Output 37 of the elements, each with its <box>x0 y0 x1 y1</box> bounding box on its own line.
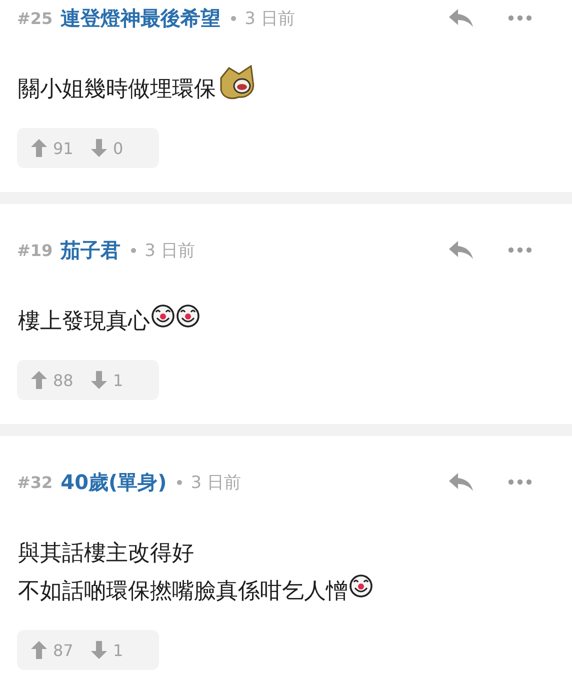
up-arrow-icon <box>31 371 47 389</box>
clown-sticker-icon <box>176 304 200 328</box>
downvote-button[interactable]: 1 <box>91 640 147 660</box>
down-arrow-icon <box>91 371 107 389</box>
more-icon[interactable] <box>508 247 532 253</box>
reply-icon[interactable] <box>448 472 474 492</box>
reply-icon[interactable] <box>448 240 474 260</box>
down-arrow-icon <box>91 641 107 659</box>
more-icon[interactable] <box>508 15 532 21</box>
clown-sticker-icon <box>349 574 373 598</box>
upvote-button[interactable]: 87 <box>31 640 87 660</box>
post-time: 3 日前 <box>144 240 195 262</box>
up-arrow-icon <box>31 641 47 659</box>
down-arrow-icon <box>91 139 107 157</box>
separator-dot <box>176 480 182 484</box>
separator-dot <box>230 16 236 20</box>
comment-text: 與其話樓主改得好 <box>18 540 194 568</box>
clown-sticker-icon <box>151 304 175 328</box>
floor-number: #25 <box>17 8 53 28</box>
downvote-button[interactable]: 1 <box>91 370 147 390</box>
comment-text: 關小姐幾時做埋環保 <box>18 76 216 104</box>
comment-text: 樓上發現真心 <box>18 308 150 336</box>
downvote-button[interactable]: 0 <box>91 138 147 158</box>
post-time: 3 日前 <box>244 8 295 30</box>
separator-dot <box>130 248 136 252</box>
upvote-button[interactable]: 91 <box>31 138 87 158</box>
floor-number: #19 <box>17 240 53 260</box>
more-icon[interactable] <box>508 479 532 485</box>
post-time: 3 日前 <box>190 472 242 494</box>
up-arrow-icon <box>31 139 47 157</box>
reply-icon[interactable] <box>448 8 474 28</box>
floor-number: #32 <box>17 472 53 492</box>
comment-text: 不如話啲環保撚嘴臉真係咁乞人憎 <box>18 578 348 606</box>
author-name[interactable]: 40歲(單身) <box>60 468 167 496</box>
author-name[interactable]: 連登燈神最後希望 <box>60 4 221 32</box>
author-name[interactable]: 茄子君 <box>60 236 121 264</box>
upvote-button[interactable]: 88 <box>31 370 87 390</box>
